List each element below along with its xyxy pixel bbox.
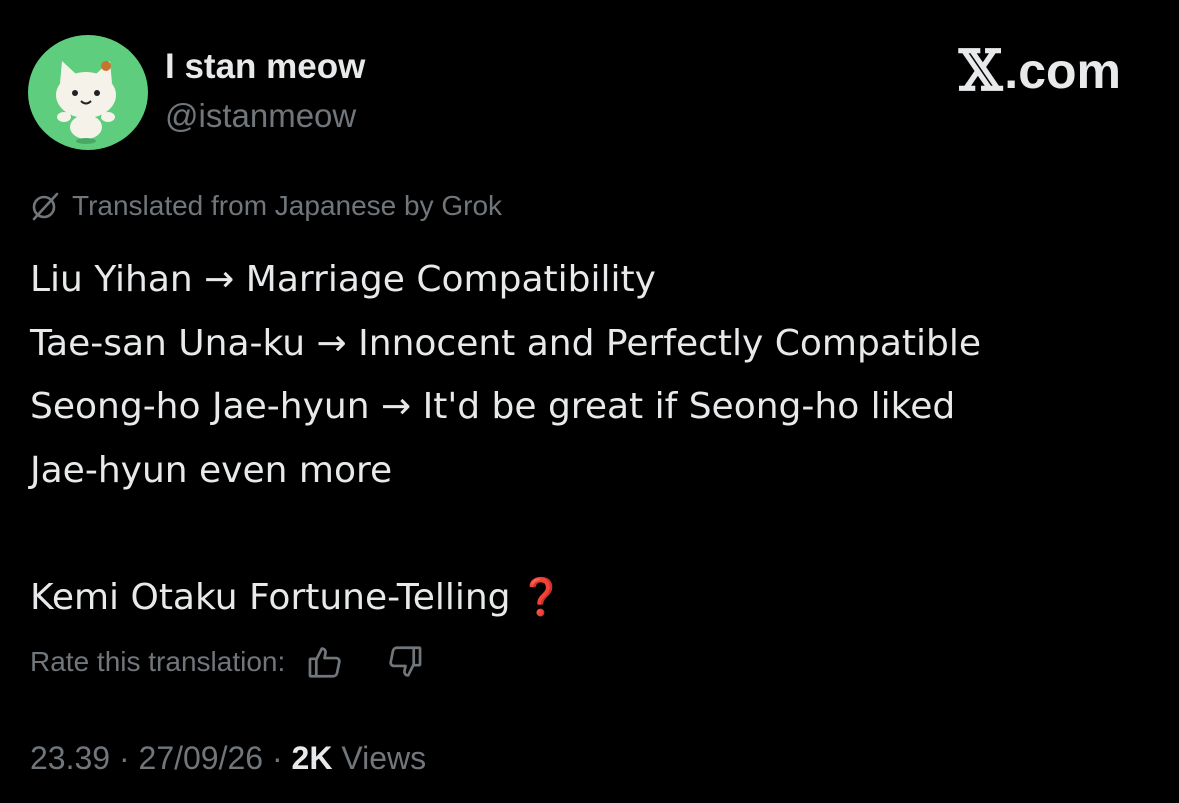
tweet-line: Liu Yihan → Marriage Compatibility [30,259,656,300]
translation-notice-text: Translated from Japanese by Grok [72,190,503,221]
meta-separator: · [110,740,139,776]
tweet-closing-line: Kemi Otaku Fortune-Telling ❓ [30,566,1150,630]
tweet-time[interactable]: 23.39 [30,740,110,776]
tweet-line: Tae-san Una-ku → Innocent and Perfectly … [30,322,982,364]
x-brand-suffix: .com [1004,42,1121,99]
tweet-date[interactable]: 27/09/26 [139,740,264,776]
tweet-line: Seong-ho Jae-hyun → It'd be great if Seo… [30,386,956,427]
tweet-closing-text: Kemi Otaku Fortune-Telling [30,576,511,618]
meta-separator: · [263,740,292,776]
avatar[interactable] [28,35,148,150]
question-mark-emoji: ❓ [518,576,564,618]
thumbs-up-icon [308,647,341,678]
tweet-meta: 23.39 · 27/09/26 · 2K Views [30,740,426,777]
cat-avatar-icon [56,61,116,144]
tweet-text: Liu Yihan → Marriage Compatibility Tae-s… [30,248,1150,629]
thumbs-down-icon [389,646,422,677]
translation-notice: Translated from Japanese by Grok [30,190,502,222]
views-count: 2K [291,740,333,776]
x-brand-mark: 𝕏 [958,37,1003,104]
paragraph-break [30,502,1150,566]
tweet-line: Jae-hyun even more [30,449,393,491]
grok-icon [32,192,59,221]
author-display-name[interactable]: I stan meow [165,47,365,87]
thumbs-up-button[interactable] [303,640,347,684]
author-handle[interactable]: @istanmeow [165,97,356,135]
views-label: Views [341,740,427,776]
rate-translation-label: Rate this translation: [30,646,286,677]
rate-translation: Rate this translation: [30,640,427,684]
x-logo: 𝕏 .com [959,38,1121,104]
thumbs-down-button[interactable] [383,640,427,684]
